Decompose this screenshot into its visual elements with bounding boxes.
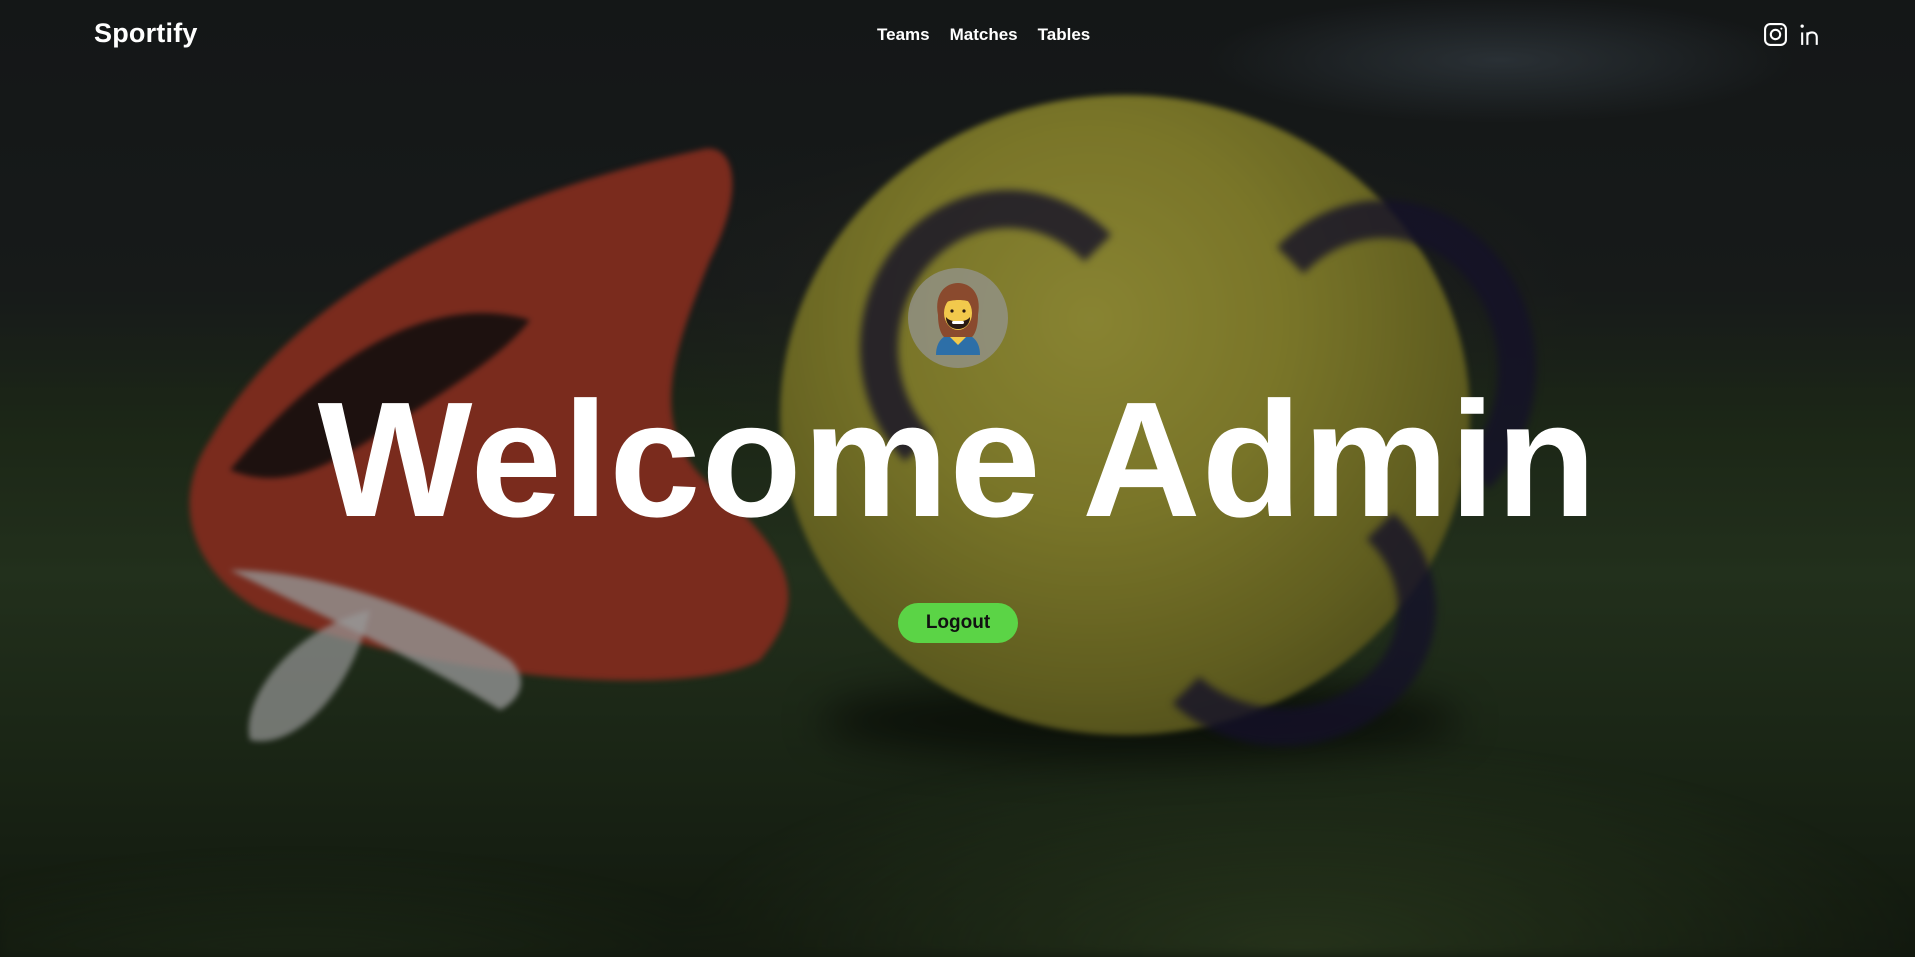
logout-button[interactable]: Logout	[898, 603, 1018, 643]
nav-link-tables[interactable]: Tables	[1038, 25, 1091, 45]
instagram-icon[interactable]	[1763, 22, 1788, 47]
top-nav: Sportify Teams Matches Tables	[0, 0, 1915, 72]
brand-logo[interactable]: Sportify	[94, 18, 198, 49]
nav-links: Teams Matches Tables	[877, 25, 1090, 45]
bearded-man-avatar-icon	[936, 283, 980, 355]
hero-section: Sportify Teams Matches Tables Welcome Ad…	[0, 0, 1915, 957]
nav-link-teams[interactable]: Teams	[877, 25, 930, 45]
linkedin-icon[interactable]	[1798, 22, 1823, 47]
avatar	[908, 268, 1008, 368]
nav-link-matches[interactable]: Matches	[950, 25, 1018, 45]
social-links	[1763, 22, 1823, 47]
welcome-title: Welcome Admin	[317, 368, 1598, 551]
